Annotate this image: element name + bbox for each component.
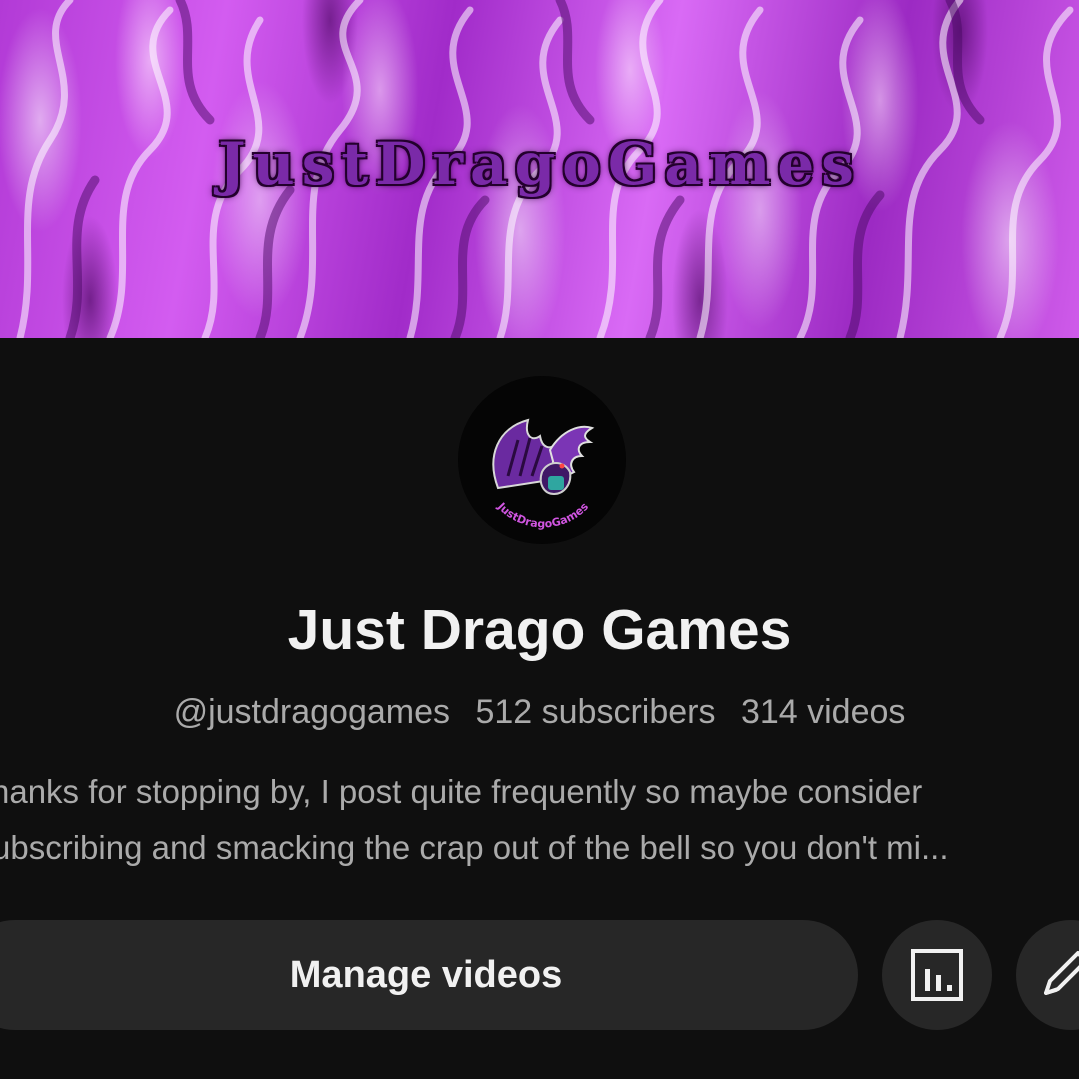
channel-description[interactable]: hanks for stopping by, I post quite freq… xyxy=(0,764,1079,874)
video-count: 314 videos xyxy=(740,693,906,731)
description-line: hanks for stopping by, I post quite freq… xyxy=(0,773,923,810)
description-line: ubscribing and smacking the crap out of … xyxy=(0,829,949,866)
channel-banner: JustDragoGames xyxy=(0,0,1079,338)
analytics-icon xyxy=(911,949,963,1001)
manage-videos-button[interactable]: Manage videos xyxy=(0,920,858,1030)
channel-handle[interactable]: @justdragogames xyxy=(174,693,450,731)
channel-page: JustDragoGames JustDragoGames Just Drago… xyxy=(0,0,1079,1079)
channel-avatar[interactable]: JustDragoGames xyxy=(458,376,626,544)
analytics-button[interactable] xyxy=(882,920,992,1030)
manage-videos-label: Manage videos xyxy=(289,953,563,996)
dragon-logo-icon: JustDragoGames xyxy=(458,376,626,544)
banner-title: JustDragoGames xyxy=(218,130,861,198)
pencil-icon xyxy=(1044,951,1079,995)
subscriber-count: 512 subscribers xyxy=(475,693,716,731)
channel-meta: @justdragogames 512 subscribers 314 vide… xyxy=(0,690,1079,734)
channel-name: Just Drago Games xyxy=(287,598,792,662)
edit-channel-button[interactable] xyxy=(1016,920,1079,1030)
